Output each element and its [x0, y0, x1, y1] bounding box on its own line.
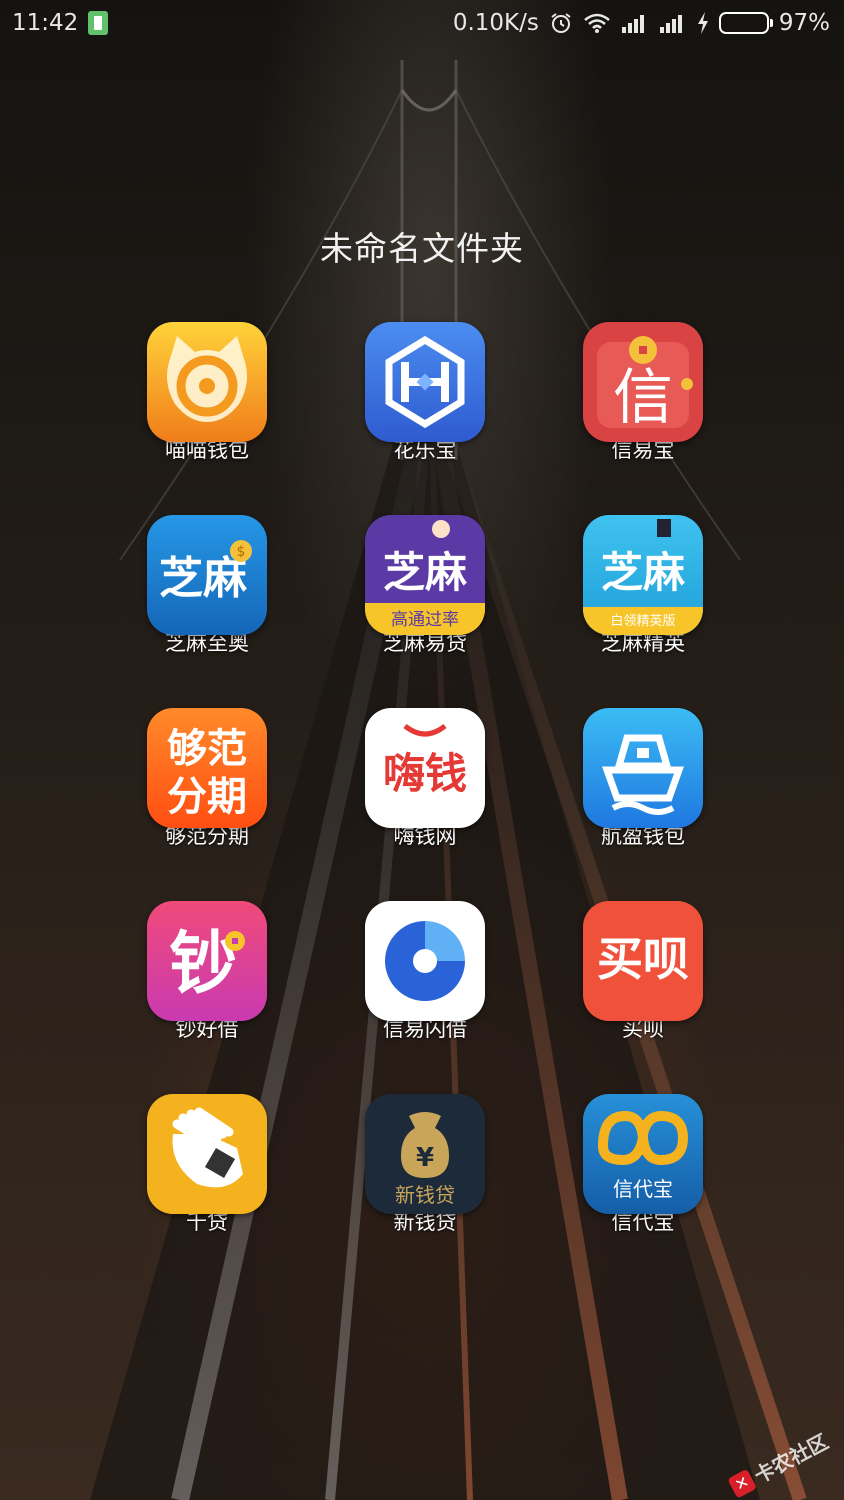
wifi-icon — [583, 12, 611, 34]
xinyibao-icon[interactable]: 信 — [583, 322, 703, 442]
watermark: ✕ 卡农社区 — [725, 1426, 832, 1500]
svg-text:¥: ¥ — [416, 1143, 434, 1173]
app-xinyibao[interactable]: 信 信易宝 — [534, 322, 752, 515]
svg-text:$: $ — [237, 544, 246, 560]
zhima-icon-subtext: 高通过率 — [391, 610, 459, 630]
battery-saver-icon — [88, 11, 109, 35]
zhima-jingying-icon[interactable]: 芝麻 白领精英版 — [583, 515, 703, 635]
xinqiandai-icon-text: 新钱贷 — [395, 1183, 455, 1207]
signal-icon — [621, 13, 649, 33]
money-bag-icon[interactable]: ¥ 新钱贷 — [365, 1094, 485, 1214]
charging-icon — [697, 12, 709, 34]
zhima-icon-text: 芝麻 — [159, 553, 247, 604]
maibei-icon-text: 买呗 — [597, 932, 689, 986]
zhima-icon-text: 芝麻 — [383, 548, 467, 597]
app-maibei[interactable]: 买呗 买呗 — [534, 901, 752, 1094]
zhima-yidai-icon[interactable]: 芝麻 高通过率 — [365, 515, 485, 635]
cat-wallet-icon[interactable] — [147, 322, 267, 442]
app-haiqian[interactable]: 嗨钱 嗨钱网 — [316, 708, 534, 901]
app-qiandai[interactable]: 千贷 — [98, 1094, 316, 1287]
app-miaomiao-wallet[interactable]: 喵喵钱包 — [98, 322, 316, 515]
watermark-logo-icon: ✕ — [727, 1468, 757, 1499]
app-goufan[interactable]: 够范分期 够范分期 — [98, 708, 316, 901]
battery-icon — [718, 12, 773, 34]
clock-time: 11:42 — [12, 10, 79, 36]
status-bar: 11:42 0.10K/s 97% — [0, 0, 844, 46]
folder-title[interactable]: 未命名文件夹 — [0, 222, 844, 270]
network-speed: 0.10K/s — [452, 10, 539, 36]
goufan-icon-text: 够范分期 — [167, 726, 247, 820]
app-xindaibao[interactable]: 信代宝 信代宝 — [534, 1094, 752, 1287]
app-zhima-zhiao[interactable]: 芝麻 $ 芝麻至奥 — [98, 515, 316, 708]
app-hangying-wallet[interactable]: 航盈钱包 — [534, 708, 752, 901]
app-zhima-jingying[interactable]: 芝麻 白领精英版 芝麻精英 — [534, 515, 752, 708]
app-zhima-yidai[interactable]: 芝麻 高通过率 芝麻易贷 — [316, 515, 534, 708]
goufan-icon[interactable]: 够范分期 — [147, 708, 267, 828]
xinyi-shanjie-icon[interactable] — [365, 901, 485, 1021]
app-chaohaojie[interactable]: 钞 钞好借 — [98, 901, 316, 1094]
zhima-zhiao-icon[interactable]: 芝麻 $ — [147, 515, 267, 635]
xinyibao-icon-text: 信 — [613, 363, 673, 433]
chaohaojie-icon[interactable]: 钞 — [147, 901, 267, 1021]
zhima-icon-subtext: 白领精英版 — [610, 613, 675, 629]
haiqian-icon-text: 嗨钱 — [383, 749, 467, 798]
xindaibao-icon[interactable]: 信代宝 — [583, 1094, 703, 1214]
app-grid: 喵喵钱包 花乐宝 信 信易宝 芝麻 $ 芝麻至奥 芝麻 高通过率 芝麻易贷 芝麻 白领… — [98, 322, 752, 1287]
xindaibao-icon-text: 信代宝 — [613, 1177, 673, 1201]
app-xinqiandai[interactable]: ¥ 新钱贷 新钱贷 — [316, 1094, 534, 1287]
zhima-icon-text: 芝麻 — [601, 548, 685, 597]
hand-coin-icon[interactable] — [147, 1094, 267, 1214]
app-xinyi-shanjie[interactable]: 信易闪借 — [316, 901, 534, 1094]
app-hualebao[interactable]: 花乐宝 — [316, 322, 534, 515]
haiqian-icon[interactable]: 嗨钱 — [365, 708, 485, 828]
hualebao-icon[interactable] — [365, 322, 485, 442]
ship-icon[interactable] — [583, 708, 703, 828]
watermark-text: 卡农社区 — [750, 1429, 833, 1489]
signal-icon — [659, 13, 687, 33]
alarm-icon — [549, 11, 573, 35]
maibei-icon[interactable]: 买呗 — [583, 901, 703, 1021]
battery-percent: 97% — [778, 10, 830, 36]
